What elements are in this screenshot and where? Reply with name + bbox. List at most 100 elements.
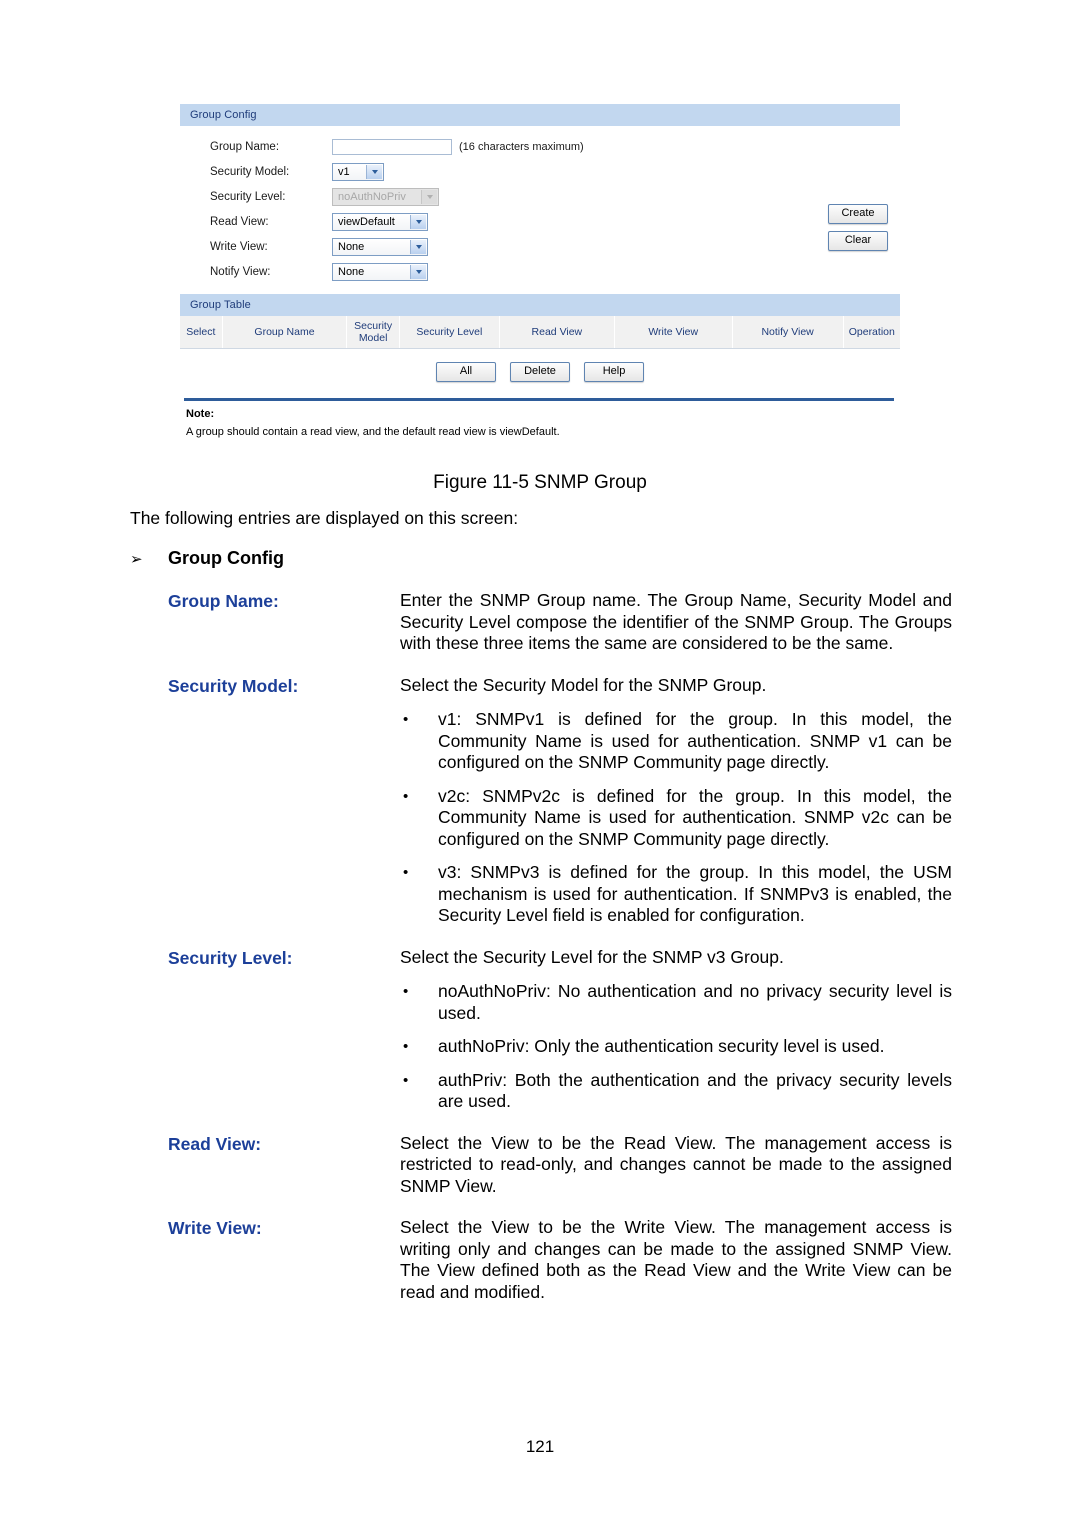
- form-row-group-name: Group Name: (16 characters maximum): [180, 134, 900, 159]
- group-name-hint: (16 characters maximum): [459, 140, 584, 153]
- bullet-icon: •: [403, 983, 409, 1000]
- column-header-operation: Operation: [843, 316, 901, 348]
- group-table-panel-title: Group Table: [180, 294, 900, 316]
- bullet-icon: •: [403, 864, 409, 881]
- entry-read-view: Read View: Select the View to be the Rea…: [130, 1133, 952, 1198]
- group-config-actions: Create Clear: [828, 204, 888, 258]
- entry-security-level: Security Level: Select the Security Leve…: [130, 947, 952, 1113]
- write-view-label: Write View:: [210, 240, 268, 253]
- list-item: • v1: SNMPv1 is defined for the group. I…: [400, 709, 952, 774]
- definition-paragraph: Select the View to be the Write View. Th…: [400, 1217, 952, 1302]
- column-header-write-view: Write View: [614, 316, 733, 348]
- group-name-input[interactable]: [332, 138, 452, 155]
- form-row-notify-view: Notify View: None: [180, 259, 900, 284]
- note-text: A group should contain a read view, and …: [186, 426, 560, 438]
- list-item: • v3: SNMPv3 is defined for the group. I…: [400, 862, 952, 927]
- term-security-model: Security Model:: [168, 675, 299, 696]
- list-item: • authPriv: Both the authentication and …: [400, 1070, 952, 1113]
- write-view-select[interactable]: None: [332, 237, 428, 256]
- figure-caption: Figure 11-5 SNMP Group: [433, 472, 647, 493]
- term-read-view: Read View:: [168, 1133, 262, 1154]
- read-view-select[interactable]: viewDefault: [332, 212, 428, 231]
- list-item: • authNoPriv: Only the authentication se…: [400, 1036, 952, 1058]
- definition-group-name: Enter the SNMP Group name. The Group Nam…: [400, 590, 952, 655]
- form-row-security-model: Security Model: v1: [180, 159, 900, 184]
- chevron-down-icon[interactable]: [410, 214, 426, 229]
- term-group-name: Group Name:: [168, 591, 279, 611]
- note-title: Note:: [186, 408, 215, 420]
- bullet-icon: •: [403, 711, 409, 728]
- bullet-icon: •: [403, 787, 409, 805]
- group-config-form: Group Name: (16 characters maximum) Secu…: [180, 126, 900, 294]
- list-item-text: v1: SNMPv1 is defined for the group. In …: [438, 709, 952, 772]
- security-level-select: noAuthNoPriv: [332, 187, 439, 206]
- security-model-label: Security Model:: [210, 165, 290, 178]
- note-block: Note: A group should contain a read view…: [180, 401, 900, 454]
- all-button[interactable]: All: [436, 362, 496, 382]
- create-button[interactable]: Create: [828, 204, 888, 224]
- delete-button[interactable]: Delete: [510, 362, 570, 382]
- help-button[interactable]: Help: [584, 362, 644, 382]
- list-item-text: authPriv: Both the authentication and th…: [438, 1069, 952, 1112]
- definition-paragraph: Select the Security Level for the SNMP v…: [400, 946, 784, 967]
- term-security-level: Security Level:: [168, 947, 293, 968]
- entry-write-view: Write View: Select the View to be the Wr…: [130, 1217, 952, 1303]
- chevron-down-icon[interactable]: [410, 264, 426, 279]
- clear-button[interactable]: Clear: [828, 231, 888, 251]
- list-item-text: noAuthNoPriv: No authentication and no p…: [438, 981, 952, 1023]
- form-row-write-view: Write View: None: [180, 234, 900, 259]
- security-model-bullet-list: • v1: SNMPv1 is defined for the group. I…: [400, 709, 952, 927]
- arrow-bullet-icon: ➢: [130, 550, 143, 568]
- group-table-actions: All Delete Help: [180, 349, 900, 398]
- form-row-read-view: Read View: viewDefault: [180, 209, 900, 234]
- term-write-view: Write View:: [168, 1218, 262, 1238]
- chevron-down-icon[interactable]: [410, 239, 426, 254]
- chevron-down-icon: [421, 189, 437, 204]
- notify-view-value: None: [338, 265, 365, 278]
- notify-view-label: Notify View:: [210, 265, 271, 278]
- entry-security-model: Security Model: Select the Security Mode…: [130, 675, 952, 927]
- column-header-read-view: Read View: [499, 316, 615, 348]
- list-item: • v2c: SNMPv2c is defined for the group.…: [400, 786, 952, 851]
- read-view-label: Read View:: [210, 215, 269, 228]
- security-level-value: noAuthNoPriv: [338, 190, 406, 203]
- list-item-text: authNoPriv: Only the authentication secu…: [438, 1036, 885, 1056]
- read-view-value: viewDefault: [338, 215, 395, 228]
- security-level-label: Security Level:: [210, 190, 286, 203]
- form-row-security-level: Security Level: noAuthNoPriv: [180, 184, 900, 209]
- list-item-text: v3: SNMPv3 is defined for the group. In …: [438, 862, 952, 925]
- column-header-select: Select: [180, 316, 223, 348]
- intro-text: The following entries are displayed on t…: [130, 508, 519, 528]
- definition-write-view: Select the View to be the Write View. Th…: [400, 1217, 952, 1303]
- definition-paragraph: Select the Security Model for the SNMP G…: [400, 674, 767, 695]
- definition-paragraph: Enter the SNMP Group name. The Group Nam…: [400, 590, 952, 653]
- definition-paragraph: Select the View to be the Read View. The…: [400, 1132, 952, 1196]
- security-level-bullet-list: • noAuthNoPriv: No authentication and no…: [400, 981, 952, 1113]
- section-heading-group-config: ➢ Group Config: [130, 548, 952, 571]
- list-item: • noAuthNoPriv: No authentication and no…: [400, 981, 952, 1024]
- group-name-label: Group Name:: [210, 140, 280, 153]
- security-model-value: v1: [338, 165, 350, 178]
- chevron-down-icon[interactable]: [366, 164, 382, 179]
- bullet-icon: •: [403, 1071, 409, 1089]
- entry-group-name: Group Name: Enter the SNMP Group name. T…: [130, 590, 952, 655]
- group-table: Select Group Name Security Model Securit…: [180, 316, 901, 398]
- column-header-group-name: Group Name: [222, 316, 348, 348]
- snmp-group-screenshot: Group Config Group Name: (16 characters …: [180, 104, 901, 454]
- section-title: Group Config: [168, 547, 284, 568]
- column-header-notify-view: Notify View: [732, 316, 844, 348]
- security-model-select[interactable]: v1: [332, 162, 384, 181]
- notify-view-select[interactable]: None: [332, 262, 428, 281]
- list-item-text: v2c: SNMPv2c is defined for the group. I…: [438, 785, 952, 849]
- column-header-security-level: Security Level: [399, 316, 500, 348]
- page-number: 121: [525, 1437, 555, 1456]
- document-body: The following entries are displayed on t…: [130, 508, 952, 1323]
- column-header-security-model: Security Model: [347, 316, 400, 348]
- group-table-header-row: Select Group Name Security Model Securit…: [180, 316, 901, 349]
- definition-read-view: Select the View to be the Read View. The…: [400, 1133, 952, 1198]
- definition-security-model: Select the Security Model for the SNMP G…: [400, 675, 952, 927]
- definition-security-level: Select the Security Level for the SNMP v…: [400, 947, 952, 1113]
- write-view-value: None: [338, 240, 365, 253]
- bullet-icon: •: [403, 1038, 409, 1055]
- group-config-panel-title: Group Config: [180, 104, 900, 126]
